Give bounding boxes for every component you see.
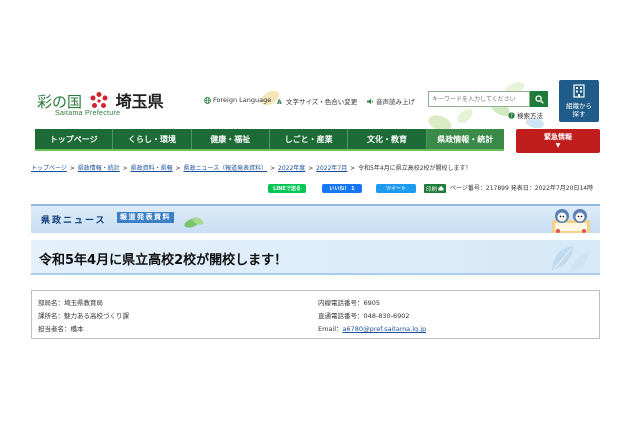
breadcrumb: トップページ > 県政情報・統計 > 県政資料・県報 > 県政ニュース（報道発表… [31, 165, 472, 172]
building-icon [573, 84, 585, 98]
email-link[interactable]: a6780@pref.saitama.lg.jp [343, 325, 427, 333]
nav-item-work[interactable]: しごと・産業 [270, 129, 349, 149]
emergency-label: 緊急情報 [544, 133, 572, 141]
section-name: 課所名：魅力ある高校づくり課 [38, 312, 129, 320]
mascot-icon [552, 209, 590, 233]
contact-info: 部局名：埼玉県教育局 課所名：魅力ある高校づくり課 担当者名：橋本 内線電話番号… [31, 290, 600, 339]
foreign-language-link[interactable]: Foreign Language [204, 96, 271, 104]
org-button-line1: 組織から [566, 102, 592, 110]
text-size-icon: A [277, 99, 282, 105]
emergency-button[interactable]: 緊急情報 ▼ [516, 129, 600, 153]
tweet-label: ツイート [385, 186, 406, 192]
search-method-label: 検索方法 [517, 112, 543, 120]
publish-date: 発表日：2022年7月20日14時 [510, 185, 594, 192]
breadcrumb-link-materials[interactable]: 県政資料・県報 [131, 165, 173, 172]
tweet-button[interactable]: ツイート [376, 184, 416, 193]
page-info: ページ番号：217899 発表日：2022年7月20日14時 [450, 184, 593, 193]
nav-item-life[interactable]: くらし・環境 [113, 129, 192, 149]
nav-item-government[interactable]: 県政情報・統計 [426, 129, 504, 149]
print-label: 印刷 [425, 186, 437, 193]
search-icon [534, 94, 544, 104]
leaf-icon [184, 217, 204, 228]
logo-text-left: 彩の国 [37, 93, 83, 111]
svg-text:?: ? [510, 113, 513, 118]
chevron-down-icon: ▼ [555, 142, 561, 149]
breadcrumb-link-top[interactable]: トップページ [31, 165, 67, 172]
text-size-link[interactable]: A 文字サイズ・色合い変更 [277, 96, 357, 106]
email-row: Email：a6780@pref.saitama.lg.jp [318, 323, 426, 333]
org-search-button[interactable]: 組織から 探す [559, 80, 599, 122]
question-icon: ? [508, 111, 515, 119]
news-banner-title: 県政ニュース [41, 216, 107, 226]
press-release-tag: 報道発表資料 [117, 212, 174, 223]
speaker-icon [367, 98, 373, 104]
page-title: 令和5年4月に県立高校2校が開校します！ [39, 253, 288, 268]
dept-name: 部局名：埼玉県教育局 [38, 299, 103, 307]
org-button-line2: 探す [572, 110, 586, 118]
search-box [428, 91, 549, 107]
breadcrumb-link-government[interactable]: 県政情報・統計 [78, 165, 120, 172]
svg-text:A: A [277, 99, 282, 105]
email-label: Email： [318, 325, 343, 333]
logo-text-right: 埼玉県 [115, 92, 164, 111]
leaf-icon [552, 246, 590, 272]
breadcrumb-link-news[interactable]: 県政ニュース（報道発表資料） [183, 165, 267, 172]
search-method-link[interactable]: ? 検索方法 [508, 110, 543, 120]
logo-text: 彩の国 埼玉県 [37, 88, 164, 112]
line-share-label: LINEで送る [273, 186, 301, 192]
foreign-language-label: Foreign Language [213, 96, 272, 104]
nav-item-health[interactable]: 健康・福祉 [192, 129, 270, 149]
voice-read-label: 音声読み上げ [376, 98, 415, 106]
nav-item-top[interactable]: トップページ [35, 129, 114, 149]
logo-subtitle: Saitama Prefecture [55, 110, 121, 117]
voice-read-link[interactable]: 音声読み上げ [367, 96, 415, 106]
line-share-button[interactable]: LINEで送る [268, 184, 306, 193]
facebook-like-button[interactable]: いいね！ 1 [322, 184, 362, 193]
print-button[interactable]: 印刷 [424, 184, 446, 193]
site-logo[interactable]: 彩の国 埼玉県 Saitama Prefecture [37, 84, 164, 124]
page-title-area: 令和5年4月に県立高校2校が開校します！ [31, 240, 600, 275]
extension-number: 内線電話番号：6905 [318, 299, 381, 307]
nav-item-culture[interactable]: 文化・教育 [348, 129, 427, 149]
globe-icon [204, 96, 211, 104]
flower-icon [90, 92, 108, 108]
search-input[interactable] [428, 91, 530, 107]
breadcrumb-current: 令和5年4月に県立高校2校が開校します！ [358, 165, 472, 172]
breadcrumb-link-month[interactable]: 2022年7月 [316, 165, 347, 172]
page-number: ページ番号：217899 [450, 185, 509, 192]
global-nav: トップページ くらし・環境 健康・福祉 しごと・産業 文化・教育 県政情報・統計 [35, 129, 504, 151]
text-size-label: 文字サイズ・色合い変更 [286, 98, 358, 106]
direct-phone: 直通電話番号：048-830-6902 [318, 312, 410, 320]
search-button[interactable] [530, 91, 548, 107]
breadcrumb-link-year[interactable]: 2022年度 [278, 165, 305, 172]
person-name: 担当者名：橋本 [38, 325, 84, 333]
news-banner: 県政ニュース 報道発表資料 [31, 204, 600, 233]
printer-icon [438, 186, 444, 190]
facebook-like-label: いいね！ 1 [329, 186, 355, 192]
